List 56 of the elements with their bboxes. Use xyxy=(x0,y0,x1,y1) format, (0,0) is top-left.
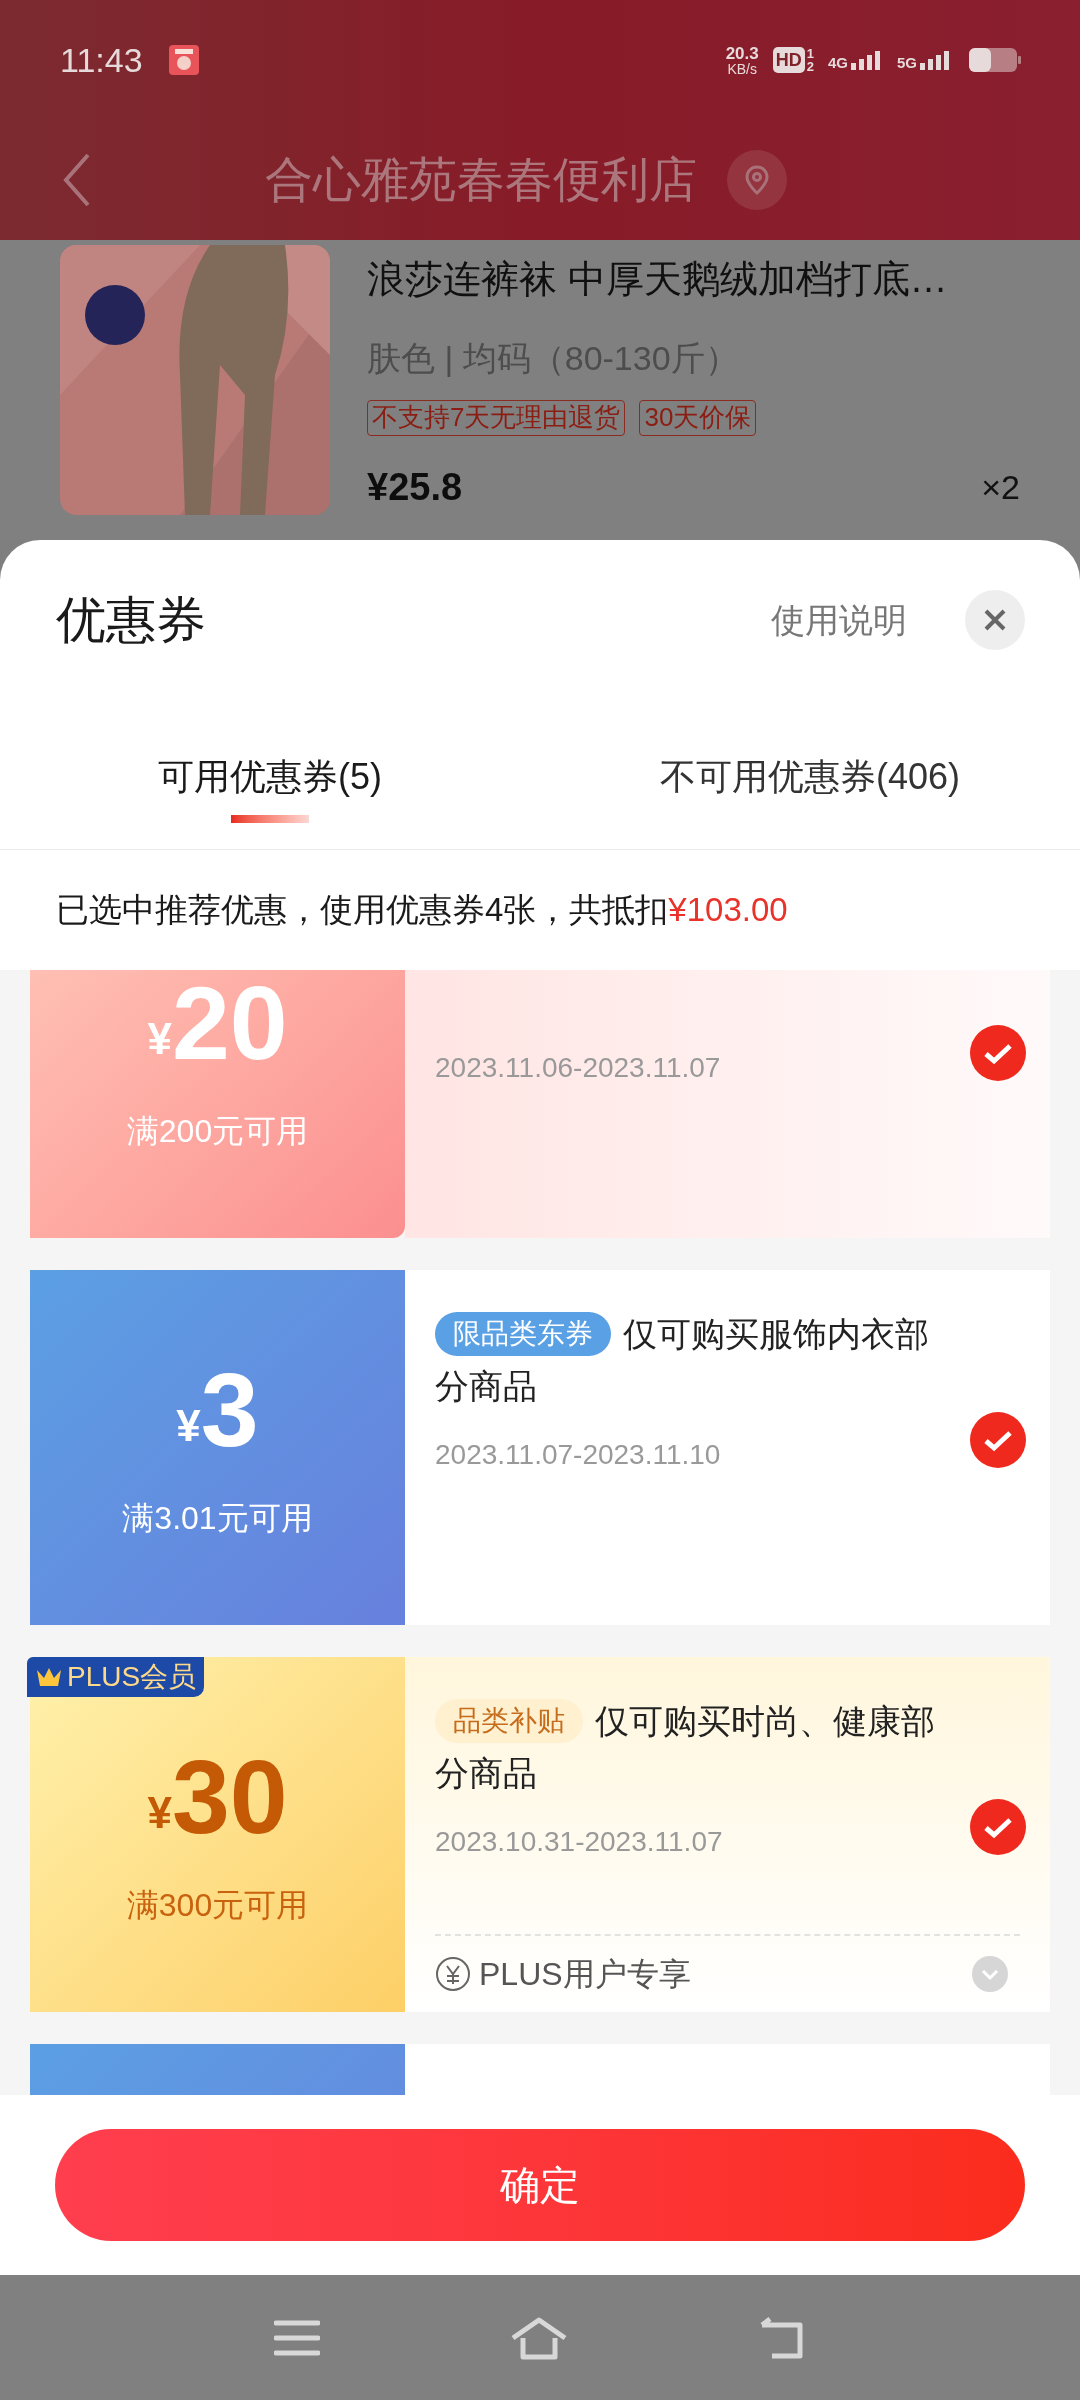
coupon-description: 仅可购买时尚、健康部 xyxy=(595,1701,935,1742)
yuan-icon xyxy=(435,1956,471,1992)
product-tag: 不支持7天无理由退货 xyxy=(367,400,626,436)
menu-icon[interactable] xyxy=(274,2318,320,2357)
check-icon[interactable] xyxy=(970,1799,1026,1855)
sim-label: 1 xyxy=(806,47,814,60)
product-title: 浪莎连裤袜 中厚天鹅绒加档打底… xyxy=(367,257,949,302)
signal-icon xyxy=(849,50,883,70)
status-time: 11:43 xyxy=(60,39,143,81)
category-tag: 品类补贴 xyxy=(435,1699,583,1743)
coupon-condition: 满200元可用 xyxy=(126,1112,309,1151)
check-icon[interactable] xyxy=(970,1025,1026,1081)
check-icon[interactable] xyxy=(970,1412,1026,1468)
coupon-tab[interactable]: 不可用优惠券(406) xyxy=(659,757,960,797)
coupon-amount: 3 xyxy=(200,1358,259,1462)
discount-summary: 已选中推荐优惠，使用优惠券4张，共抵扣¥103.00 xyxy=(56,890,788,931)
confirm-button[interactable]: 确定 xyxy=(55,2129,1025,2241)
product-quantity: ×2 xyxy=(981,467,1020,508)
close-icon[interactable] xyxy=(965,590,1025,650)
sheet-title: 优惠券 xyxy=(56,590,206,650)
home-icon[interactable] xyxy=(510,2315,568,2360)
coupon-amount: 20 xyxy=(171,971,288,1075)
sim-label: 2 xyxy=(806,60,814,73)
network-type: 5G xyxy=(897,55,917,70)
currency-symbol: ¥ xyxy=(176,1404,201,1448)
back-icon[interactable] xyxy=(62,152,92,208)
validity-dates: 2023.11.06-2023.11.07 xyxy=(435,1051,722,1085)
product-tag: 30天价保 xyxy=(639,400,757,436)
hd-badge: HD xyxy=(772,47,805,73)
currency-symbol: ¥ xyxy=(147,1017,172,1061)
product-price: ¥25.8 xyxy=(367,465,463,510)
network-type: 4G xyxy=(827,55,848,70)
currency-symbol: ¥ xyxy=(147,1791,172,1835)
category-tag: 限品类东券 xyxy=(435,1312,611,1356)
coupon-condition: 满3.01元可用 xyxy=(122,1499,313,1538)
signal-icon xyxy=(918,50,952,70)
crown-icon xyxy=(35,1666,63,1688)
coupon-description: 分商品 xyxy=(435,1753,537,1794)
coupon-tab[interactable]: 可用优惠券(5) xyxy=(158,757,382,797)
validity-dates: 2023.10.31-2023.11.07 xyxy=(435,1825,724,1859)
usage-instructions-link[interactable]: 使用说明 xyxy=(771,594,907,646)
validity-dates: 2023.11.07-2023.11.10 xyxy=(435,1438,722,1472)
network-speed-unit: KB/s xyxy=(727,61,757,76)
app-notification-icon xyxy=(168,45,199,75)
coupon-condition: 满300元可用 xyxy=(126,1886,309,1925)
coupon-description: 仅可购买服饰内衣部 xyxy=(623,1314,929,1355)
badge-label: PLUS会员 xyxy=(67,1660,197,1694)
store-title: 合心雅苑春春便利店 xyxy=(265,152,697,208)
network-speed: 20.3 xyxy=(725,44,759,62)
coupon-amount: 30 xyxy=(171,1745,288,1849)
back-icon[interactable] xyxy=(758,2316,806,2359)
location-icon[interactable] xyxy=(727,150,787,210)
coupon-description: 分商品 xyxy=(435,1366,537,1407)
expand-icon[interactable] xyxy=(972,1956,1008,1992)
plus-note: PLUS用户专享 xyxy=(479,1955,691,1994)
battery-icon xyxy=(968,46,1022,74)
